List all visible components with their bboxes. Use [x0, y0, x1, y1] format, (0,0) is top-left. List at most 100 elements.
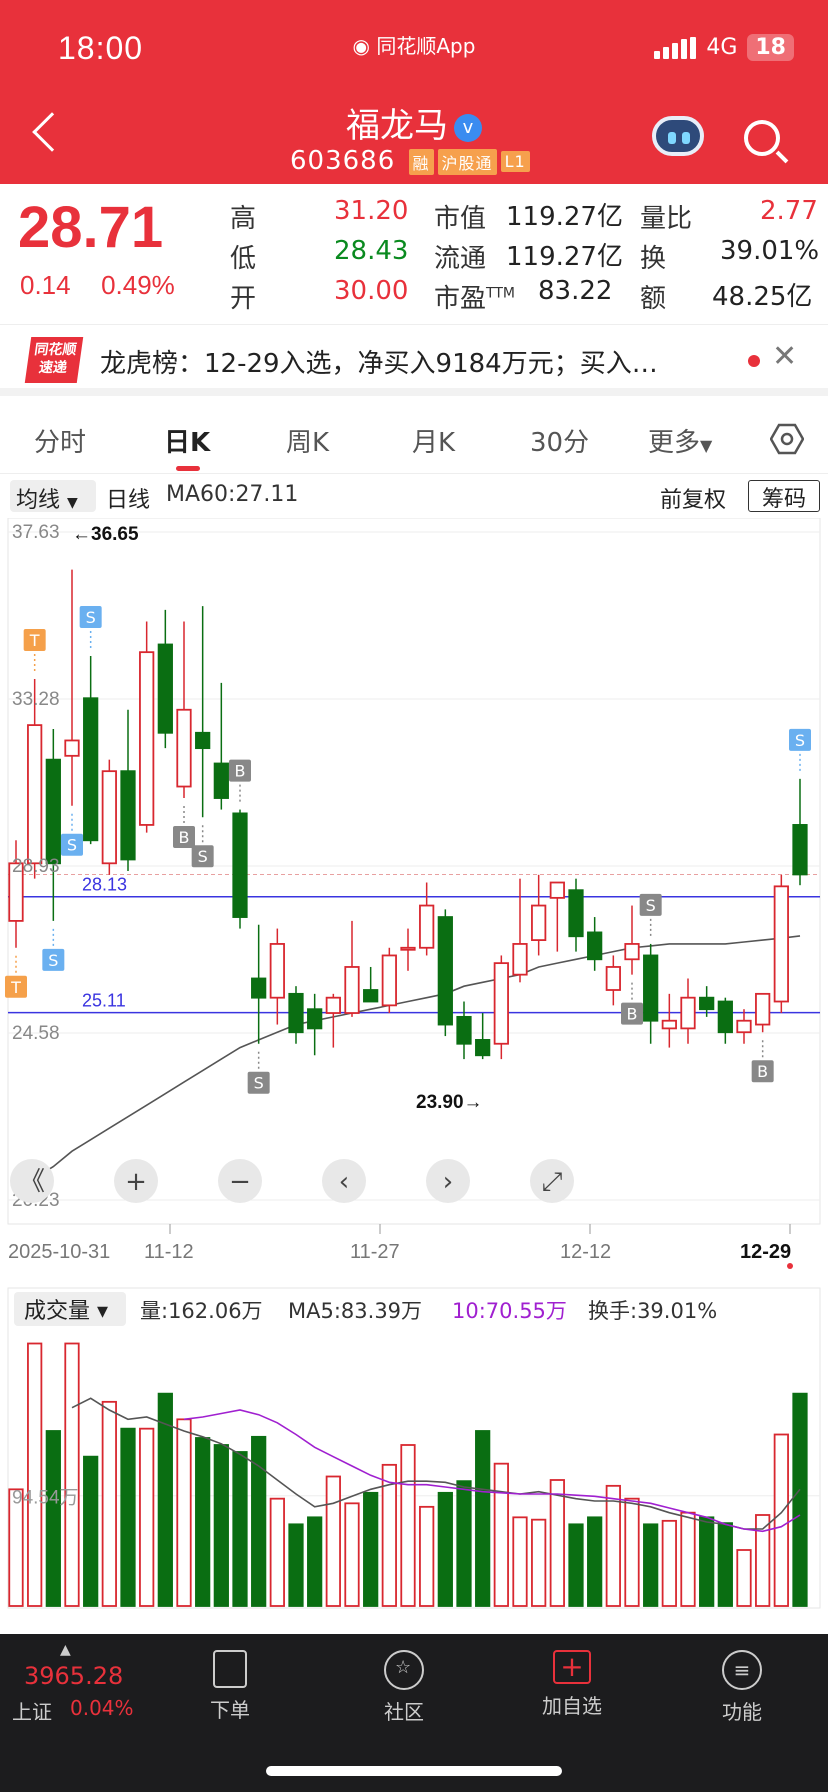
pe-label: 市盈TTM — [434, 278, 515, 315]
stock-code: 603686 — [290, 146, 396, 176]
active-tab-indicator — [176, 466, 200, 471]
kline-chart[interactable]: 28.1325.11TTSSSBSBSSBBS←36.6523.90→37.63… — [0, 518, 828, 1634]
candle-body — [325, 996, 341, 1014]
news-text[interactable]: 龙虎榜：12-29入选，净买入9184万元；买入… — [100, 343, 658, 380]
turnover-value: 39.01% — [720, 236, 820, 266]
adjust-toggle[interactable]: 前复权 — [660, 482, 726, 514]
amount-value: 48.25亿 — [712, 282, 813, 312]
tab-30min[interactable]: 30分 — [530, 422, 589, 459]
news-logo-bottom: 速递 — [37, 360, 68, 376]
nav-order[interactable]: 下单 — [170, 1646, 290, 1723]
volume-bar — [531, 1518, 547, 1607]
tab-monthly-k[interactable]: 月K — [412, 422, 455, 459]
candle-body — [624, 943, 640, 961]
candle-body — [568, 889, 584, 938]
candle-body — [64, 739, 80, 757]
price-change: 0.14 0.49% — [20, 270, 175, 301]
tab-daily-k[interactable]: 日K — [164, 422, 210, 459]
index-value[interactable]: 3965.28 — [24, 1662, 123, 1690]
candle-body — [437, 916, 453, 1026]
candle-body — [755, 992, 771, 1026]
volume-bar — [288, 1523, 304, 1607]
nav-functions-label: 功能 — [722, 1700, 762, 1724]
open-label: 开 — [230, 284, 257, 314]
volume-bar — [232, 1451, 248, 1607]
signal-badge-label: S — [48, 951, 58, 970]
volume-bar — [605, 1484, 621, 1607]
signal-badge-label: S — [646, 896, 656, 915]
unread-dot-icon — [748, 355, 760, 367]
candle-body — [344, 966, 360, 1014]
chart-frame — [7, 518, 821, 1225]
volume-bar — [661, 1519, 677, 1607]
ma-dropdown-label: 均线 — [16, 488, 61, 513]
volume-bar — [736, 1549, 752, 1607]
nav-add-watchlist[interactable]: + 加自选 — [512, 1646, 632, 1719]
search-icon[interactable] — [744, 120, 780, 156]
high-label: 高 — [230, 204, 257, 234]
volume-bar — [45, 1430, 61, 1607]
tab-weekly-k[interactable]: 周K — [286, 422, 329, 459]
candle-body — [661, 1019, 677, 1030]
date-tick-label: 2025-10-31 — [8, 1241, 110, 1263]
high-annotation: ←36.65 — [72, 524, 139, 545]
volume-bar — [139, 1427, 155, 1607]
candle-body — [419, 904, 435, 949]
candle-body — [251, 977, 267, 999]
chips-button[interactable]: 筹码 — [748, 480, 820, 512]
volume-turnover: 换手:39.01% — [588, 1299, 717, 1323]
app-logo-icon: ◉ — [352, 34, 370, 58]
close-icon[interactable]: ✕ — [772, 339, 797, 374]
tab-more-label: 更多 — [648, 428, 701, 458]
low-annotation: 23.90→ — [416, 1092, 483, 1113]
candle-body — [493, 962, 509, 1045]
news-ticker[interactable]: 同花顺 速递 龙虎榜：12-29入选，净买入9184万元；买入… ✕ — [0, 324, 828, 396]
candle-body — [456, 1015, 472, 1045]
vr-label: 量比 — [640, 204, 693, 234]
volume-bar — [568, 1523, 584, 1607]
candle-body — [176, 708, 192, 788]
signal-badge-label: S — [67, 836, 77, 855]
ma-dropdown[interactable]: 均线 ▼ — [10, 480, 96, 513]
bottom-nav: ▲ 3965.28 上证 0.04% 下单 ☆ 社区 + 加自选 ≡ 功能 — [0, 1634, 828, 1792]
volume-bar — [624, 1497, 640, 1607]
verified-icon: v — [454, 113, 482, 142]
volume-bar — [419, 1505, 435, 1607]
nav-functions[interactable]: ≡ 功能 — [682, 1646, 802, 1725]
settings-hex-icon[interactable] — [770, 422, 804, 456]
volume-bar — [699, 1516, 715, 1607]
candle-body — [736, 1019, 752, 1034]
signal-badge-label: S — [198, 847, 208, 866]
candle-body — [643, 954, 659, 1022]
volume-ma5: MA5:83.39万 — [288, 1299, 422, 1323]
candle-body — [363, 989, 379, 1003]
pe-ttm-sup: TTM — [486, 285, 515, 302]
battery-icon: 18 — [747, 34, 794, 61]
tab-more[interactable]: 更多▼ — [648, 422, 712, 459]
signal-icon — [654, 36, 697, 59]
support-line-lower-label: 25.11 — [82, 991, 126, 1011]
pe-label-text: 市盈 — [434, 284, 487, 314]
candle-body — [232, 812, 248, 918]
signal-badge-label: S — [86, 608, 96, 627]
index-percent: 0.04% — [70, 1696, 134, 1720]
stock-name: 福龙马 — [346, 106, 448, 146]
caret-down-icon: ▼ — [67, 495, 78, 511]
volume-axis-label: 94.54万 — [12, 1488, 79, 1509]
float-label: 流通 — [434, 244, 487, 274]
volume-dropdown-label: 成交量 ▾ — [24, 1299, 108, 1324]
volume-bar — [773, 1433, 789, 1607]
assistant-robot-icon[interactable] — [652, 116, 704, 156]
tab-timeshare[interactable]: 分时 — [34, 422, 86, 459]
volume-value: 量:162.06万 — [140, 1299, 263, 1323]
signal-badge-label: S — [795, 731, 805, 750]
volume-bar — [643, 1523, 659, 1607]
volume-bar — [120, 1427, 136, 1607]
mcap-label: 市值 — [434, 204, 487, 234]
up-arrow-icon: ▲ — [60, 1642, 71, 1658]
volume-bar — [344, 1502, 360, 1607]
nav-community[interactable]: ☆ 社区 — [344, 1646, 464, 1725]
indicator-bar: 均线 ▼ 日线 MA60:27.11 前复权 筹码 — [0, 474, 828, 518]
community-star-icon: ☆ — [384, 1650, 424, 1690]
signal-badge-label: B — [757, 1062, 768, 1081]
